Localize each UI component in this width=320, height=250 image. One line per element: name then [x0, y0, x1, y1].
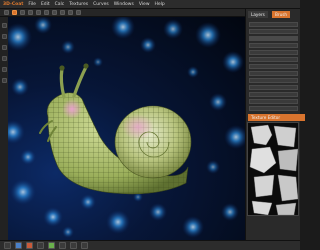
- panel-row[interactable]: [249, 71, 298, 76]
- menu-view[interactable]: View: [139, 2, 150, 7]
- tab-brush[interactable]: Brush: [272, 11, 291, 18]
- snail-shell-wireframe: [115, 106, 191, 178]
- camera-tool-icon[interactable]: [76, 10, 81, 15]
- menu-curves[interactable]: Curves: [93, 2, 109, 7]
- menu-bar: 3D-Coat File Edit Calc Textures Curves W…: [0, 0, 300, 9]
- panel-row[interactable]: [249, 64, 298, 69]
- strips-icon[interactable]: [59, 242, 66, 249]
- fill-tool-icon[interactable]: [28, 10, 33, 15]
- panel-row[interactable]: [249, 43, 298, 48]
- menu-windows[interactable]: Windows: [114, 2, 134, 7]
- eye-right: [83, 63, 89, 69]
- rotate-tool-icon[interactable]: [1, 45, 7, 50]
- smooth-tool-icon[interactable]: [36, 10, 41, 15]
- menu-file[interactable]: File: [28, 2, 36, 7]
- panel-row[interactable]: [249, 78, 298, 83]
- menu-help[interactable]: Help: [155, 2, 165, 7]
- layer-tool-icon[interactable]: [1, 78, 7, 83]
- brush-tool-icon[interactable]: [4, 10, 9, 15]
- menu-edit[interactable]: Edit: [41, 2, 50, 7]
- panel-row[interactable]: [249, 57, 298, 62]
- left-tool-strip: [0, 17, 8, 240]
- depth-tool-icon[interactable]: [60, 10, 65, 15]
- panel-row[interactable]: [249, 50, 298, 55]
- material-tool-icon[interactable]: [52, 10, 57, 15]
- eye-left: [59, 65, 65, 71]
- bottom-bar: [0, 240, 300, 250]
- panel-row[interactable]: [249, 92, 298, 97]
- shell-highlight: [122, 114, 154, 140]
- texture-editor-header[interactable]: Texture Editor: [248, 114, 305, 121]
- head-highlight: [62, 99, 82, 119]
- antenna-left: [59, 67, 66, 99]
- toolbar: [0, 9, 245, 17]
- tab-layers[interactable]: Layers: [248, 11, 268, 18]
- uv-map-svg: [248, 123, 298, 215]
- 3d-viewport[interactable]: [8, 17, 245, 240]
- panel-row[interactable]: [249, 85, 298, 90]
- viewport-scene: [8, 17, 245, 238]
- menu-textures[interactable]: Textures: [69, 2, 88, 7]
- scale-tool-icon[interactable]: [1, 56, 7, 61]
- erase-tool-icon[interactable]: [20, 10, 25, 15]
- uv-island: [253, 174, 275, 198]
- app-logo: 3D-Coat: [3, 1, 24, 7]
- select-tool-icon[interactable]: [1, 23, 7, 28]
- stencil-icon[interactable]: [48, 242, 55, 249]
- panel-row[interactable]: [249, 22, 298, 27]
- presets-icon[interactable]: [70, 242, 77, 249]
- uv-texture-preview[interactable]: [247, 122, 299, 216]
- brush-icon[interactable]: [37, 242, 44, 249]
- paint-tool-icon[interactable]: [12, 10, 17, 15]
- smart-material-icon[interactable]: [26, 242, 33, 249]
- shader-icon[interactable]: [4, 242, 11, 249]
- panel-row[interactable]: [249, 106, 298, 111]
- panel-row[interactable]: [249, 29, 298, 34]
- symmetry-tool-icon[interactable]: [68, 10, 73, 15]
- antenna-right: [72, 65, 88, 98]
- uv-island: [277, 148, 298, 172]
- menu-calc[interactable]: Calc: [55, 2, 65, 7]
- panel-row-selected[interactable]: [249, 36, 298, 41]
- pen-tool-icon[interactable]: [1, 67, 7, 72]
- snail-model[interactable]: [39, 63, 192, 195]
- uv-island: [275, 202, 297, 215]
- panel-row[interactable]: [249, 99, 298, 104]
- material-icon[interactable]: [15, 242, 22, 249]
- color-swatch-icon[interactable]: [81, 242, 88, 249]
- mask-tool-icon[interactable]: [44, 10, 49, 15]
- move-tool-icon[interactable]: [1, 34, 7, 39]
